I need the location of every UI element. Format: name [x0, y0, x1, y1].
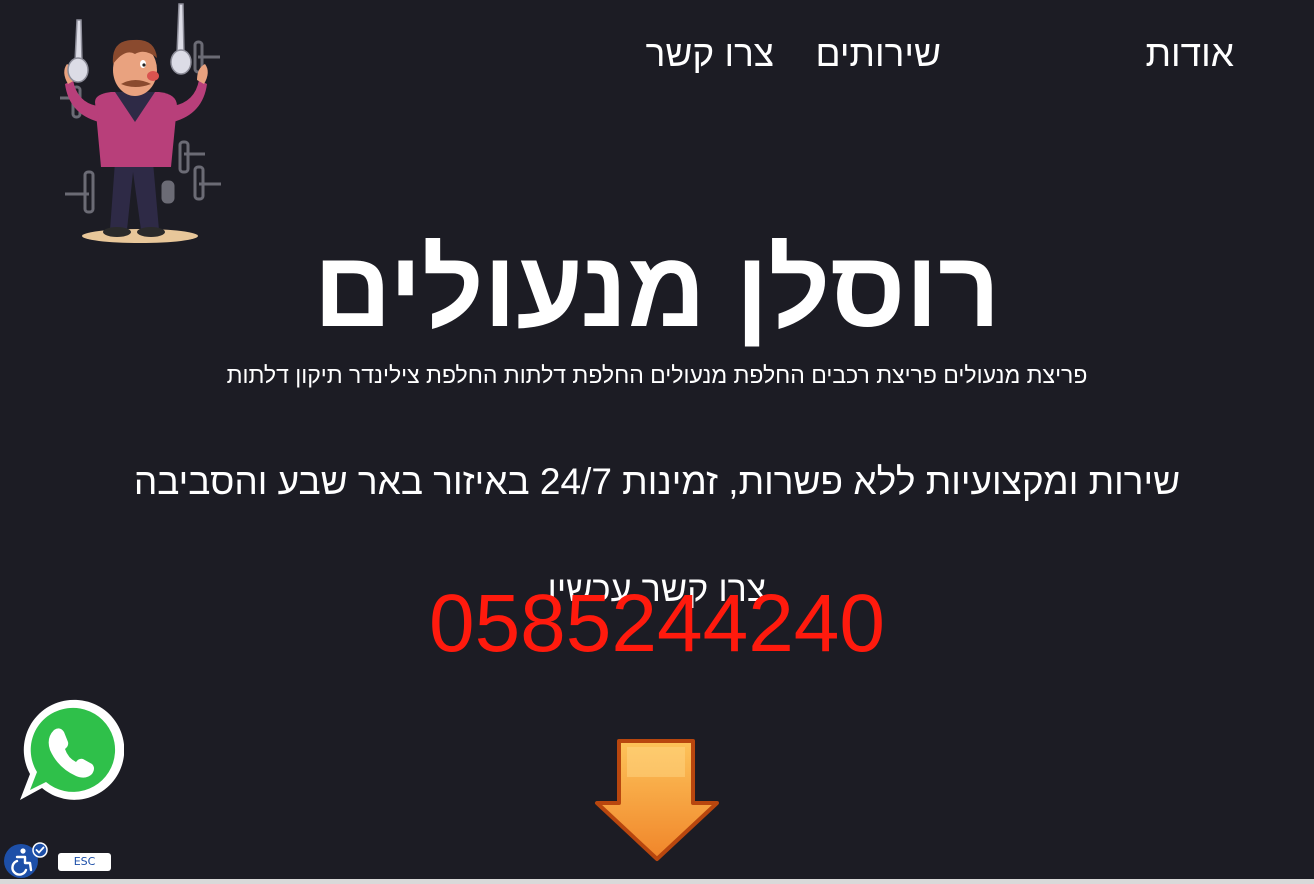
- down-arrow-graphic: [595, 739, 719, 861]
- locksmith-logo[interactable]: [55, 2, 230, 247]
- whatsapp-icon: [20, 699, 125, 800]
- esc-button[interactable]: ESC: [58, 853, 111, 871]
- site-title: רוסלן מנעולים: [313, 228, 1001, 350]
- whatsapp-button[interactable]: [16, 696, 125, 804]
- phone-number-link[interactable]: 0585244240: [0, 578, 1314, 670]
- page: אודות שירותים צרו קשר רוסלן מנעולים פריצ…: [0, 0, 1314, 884]
- accessibility-button[interactable]: [3, 841, 49, 879]
- locksmith-illustration: [60, 3, 221, 243]
- tagline: שירות ומקצועיות ללא פשרות, זמינות 24/7 ב…: [133, 461, 1181, 502]
- down-arrow-icon[interactable]: [593, 737, 721, 863]
- services-list: פריצת מנעולים פריצת רכבים החלפת מנעולים …: [226, 362, 1088, 388]
- bottom-edge-bar: [0, 879, 1314, 884]
- nav-about-link[interactable]: אודות: [1145, 30, 1234, 78]
- main-nav: אודות שירותים צרו קשר: [646, 30, 1234, 78]
- accessibility-icon: [4, 842, 48, 878]
- nav-services-link[interactable]: שירותים: [815, 30, 941, 78]
- nav-contact-link[interactable]: צרו קשר: [646, 30, 774, 78]
